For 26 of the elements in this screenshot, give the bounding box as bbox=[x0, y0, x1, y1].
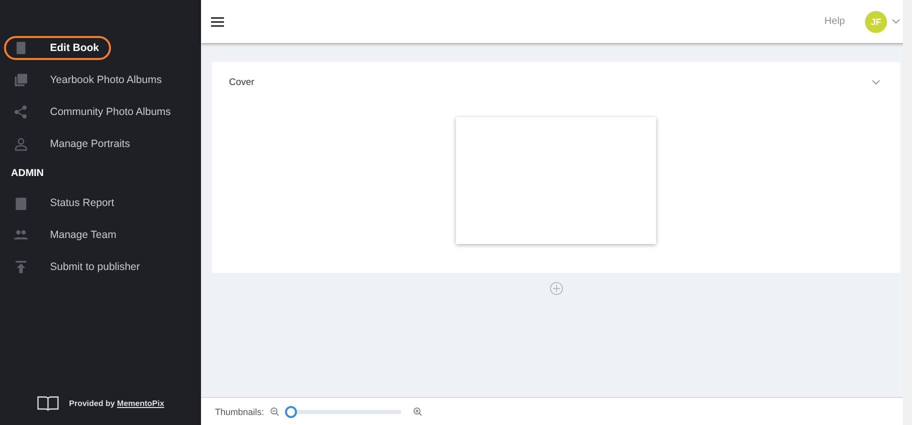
zoom-in-icon[interactable] bbox=[413, 407, 422, 416]
scrollbar[interactable] bbox=[903, 0, 912, 425]
share-icon bbox=[14, 105, 28, 119]
person-icon bbox=[14, 137, 28, 151]
slider-thumb[interactable] bbox=[285, 406, 298, 418]
menu-icon[interactable] bbox=[211, 16, 224, 26]
cover-page-thumbnail[interactable] bbox=[456, 117, 656, 244]
upload-icon bbox=[14, 260, 28, 274]
photos-icon bbox=[14, 73, 28, 87]
nav-item[interactable]: Community Photo Albums bbox=[4, 100, 183, 124]
panel-title: Cover bbox=[229, 76, 254, 88]
people-icon bbox=[14, 228, 28, 242]
nav-item[interactable]: Yearbook Photo Albums bbox=[4, 68, 174, 92]
nav-item[interactable]: Manage Team bbox=[4, 223, 128, 247]
chevron-down-icon[interactable] bbox=[892, 19, 900, 24]
open-book-icon bbox=[37, 395, 59, 411]
nav-item[interactable]: Status Report bbox=[4, 191, 126, 215]
nav-item[interactable]: Edit Book bbox=[4, 36, 111, 60]
section-heading: ADMIN bbox=[10, 167, 45, 181]
footer-text: Provided by MementoPix bbox=[69, 398, 164, 408]
chevron-down-icon[interactable] bbox=[872, 78, 880, 86]
thumbnails-label: Thumbnails: bbox=[215, 406, 264, 416]
zoom-out-icon[interactable] bbox=[270, 407, 280, 416]
nav-item[interactable]: Submit to publisher bbox=[4, 255, 152, 279]
nav-item[interactable]: Manage Portraits bbox=[4, 132, 142, 156]
footer-link[interactable]: MementoPix bbox=[117, 398, 164, 408]
